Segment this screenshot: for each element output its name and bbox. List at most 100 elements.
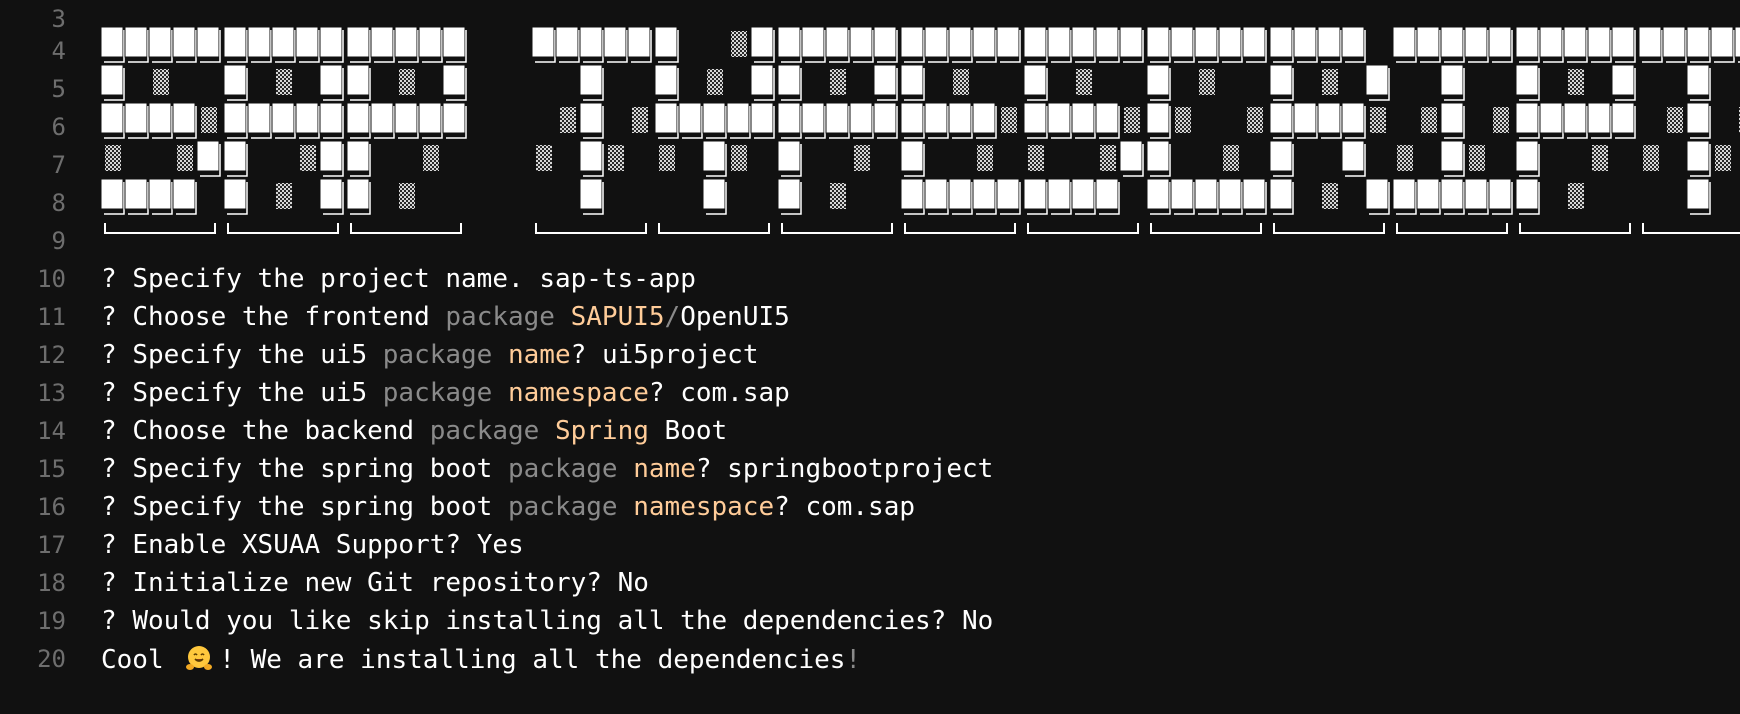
ascii-banner [0, 0, 1740, 260]
prompt-text: Specify the spring boot [132, 492, 508, 522]
prompt-text-2: ? [695, 454, 728, 484]
prompt-answer-backend: ? Choose the backend package Spring Boot [101, 416, 727, 446]
banner-letter-p [777, 26, 898, 234]
keyword-text: package [508, 492, 618, 522]
space-text [618, 492, 634, 522]
question-mark: ? [101, 530, 133, 560]
prompt-answer-skip-install: ? Would you like skip installing all the… [101, 606, 993, 636]
line-number: 10 [37, 265, 66, 293]
code-line-12: 12 ? Specify the ui5 package name? ui5pro… [0, 336, 758, 374]
prompt-text: Specify the spring boot [132, 454, 508, 484]
code-line-20: 20 Cool ! We are installing all the depen… [0, 640, 861, 678]
space-text [539, 416, 555, 446]
answer-value: com.sap [680, 378, 790, 408]
highlight-text: Spring [554, 416, 649, 446]
banner-letter-s [1023, 26, 1144, 234]
banner-letter-p [346, 26, 467, 234]
answer-value: com.sap [805, 492, 916, 522]
banner-letter-r [1269, 26, 1390, 234]
banner-letter-s [100, 26, 221, 234]
code-line-14: 14 ? Choose the backend package Spring Bo… [0, 412, 727, 450]
prompt-text-2 [649, 416, 665, 446]
prompt-text-2: ? [648, 378, 681, 408]
prompt-text: Choose the backend [132, 416, 430, 446]
status-message: Cool ! We are installing all the depende… [101, 644, 861, 675]
line-number: 19 [37, 607, 66, 635]
keyword-text: package [382, 378, 493, 408]
status-text-end: ! [845, 644, 862, 675]
status-text-2: ! We are installing all the dependencies [219, 644, 846, 675]
line-number: 17 [37, 531, 66, 559]
prompt-answer-ui5-name: ? Specify the ui5 package name? ui5proje… [101, 340, 758, 370]
highlight-text: namespace [633, 492, 775, 522]
answer-value: No [961, 606, 994, 636]
code-line-15: 15? Specify the spring boot package name… [0, 450, 993, 488]
banner-letter-e [900, 26, 1021, 234]
keyword-text: package [429, 416, 540, 446]
banner-letter-a [223, 26, 344, 234]
highlight-text: name [633, 454, 696, 484]
answer-value: Yes [476, 530, 524, 560]
line-number: 20 [37, 645, 66, 673]
line-number: 16 [37, 493, 66, 521]
question-mark: ? [101, 568, 133, 598]
highlight-text: SAPUI5 [570, 302, 665, 332]
banner-letter-y [654, 26, 775, 234]
prompt-text: Specify the ui5 [132, 340, 383, 370]
question-mark: ? [101, 264, 133, 294]
code-line-13: 13 ? Specify the ui5 package namespace? c… [0, 374, 790, 412]
space-text [618, 454, 634, 484]
keyword-text: package [508, 454, 618, 484]
prompt-text: Initialize new Git repository? [132, 568, 618, 598]
line-number: 13 [37, 379, 66, 407]
code-line-10: 10? Specify the project name. sap-ts-app [0, 260, 696, 298]
prompt-text: Choose the frontend [132, 302, 446, 332]
banner-letter-p [1515, 26, 1636, 234]
prompt-text: Enable XSUAA Support? [132, 530, 477, 560]
question-mark: ? [101, 454, 133, 484]
line-number: 18 [37, 569, 66, 597]
slash-text: / [664, 302, 681, 332]
prompt-text: Specify the ui5 [132, 378, 383, 408]
question-mark: ? [101, 302, 133, 332]
code-line-11: 11? Choose the frontend package SAPUI5/O… [0, 298, 790, 336]
prompt-answer-frontend: ? Choose the frontend package SAPUI5/Ope… [101, 302, 790, 332]
line-number: 12 [37, 341, 66, 369]
question-mark: ? [101, 378, 133, 408]
code-line-19: 19 ? Would you like skip installing all t… [0, 602, 993, 640]
status-text: Cool [101, 644, 180, 675]
prompt-text: Specify the project name. [132, 264, 540, 294]
hugging-face-emoji-icon [186, 645, 213, 670]
prompt-answer-ui5-namespace: ? Specify the ui5 package namespace? com… [101, 378, 790, 408]
line-number: 11 [37, 303, 66, 331]
answer-value: ui5project [601, 340, 759, 370]
question-mark: ? [101, 416, 133, 446]
banner-letter-i [1392, 26, 1513, 234]
prompt-text-2: ? [774, 492, 806, 522]
line-number: 15 [37, 455, 66, 483]
prompt-answer-spring-name: ? Specify the spring boot package name? … [101, 454, 993, 484]
answer-value: OpenUI5 [680, 302, 790, 332]
space-text [492, 378, 508, 408]
prompt-answer-xsuaa: ? Enable XSUAA Support? Yes [101, 530, 524, 560]
code-line-17: 17? Enable XSUAA Support? Yes [0, 526, 524, 564]
banner-letter-t [531, 26, 652, 234]
answer-value: sap-ts-app [539, 264, 696, 294]
question-mark: ? [101, 340, 133, 370]
line-number: 14 [37, 417, 66, 445]
space-text [555, 302, 571, 332]
banner-letter-c [1146, 26, 1267, 234]
terminal-output: 3 4 5 6 7 8 9 10? Specify the project na… [0, 0, 1740, 714]
keyword-text: package [445, 302, 555, 332]
code-line-16: 16? Specify the spring boot package name… [0, 488, 915, 526]
answer-value: springbootproject [727, 454, 994, 484]
code-line-18: 18 ? Initialize new Git repository? No [0, 564, 649, 602]
prompt-answer-git: ? Initialize new Git repository? No [101, 568, 649, 598]
highlight-text: name [508, 340, 571, 370]
question-mark: ? [101, 606, 133, 636]
ascii-banner-graphic [100, 26, 1740, 234]
question-mark: ? [101, 492, 133, 522]
keyword-text: package [382, 340, 493, 370]
prompt-answer-spring-namespace: ? Specify the spring boot package namesp… [101, 492, 915, 522]
prompt-answer-project-name: ? Specify the project name. sap-ts-app [101, 264, 696, 294]
